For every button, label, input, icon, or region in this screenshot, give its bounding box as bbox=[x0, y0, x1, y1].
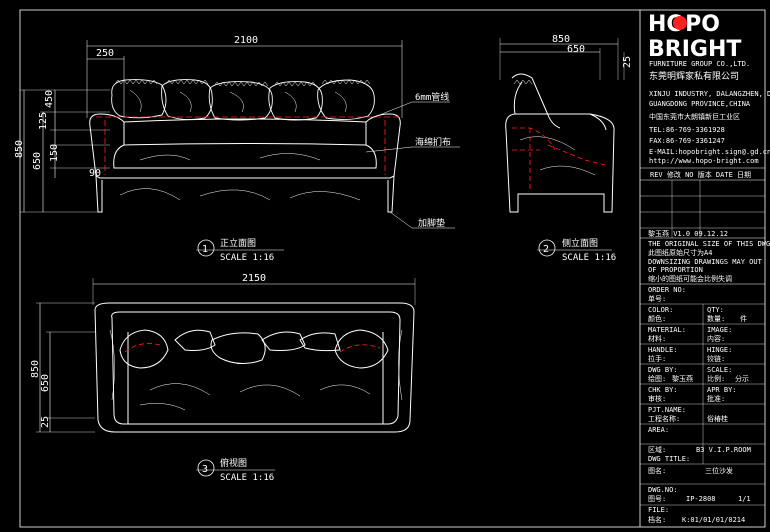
top-view-title: 俯视图 bbox=[220, 457, 247, 469]
logo-red-dot bbox=[673, 16, 687, 30]
top-view: 2150 850 650 25 3 俯视图 SCALE 1:16 bbox=[30, 273, 416, 483]
side-view-label: 2 侧立面图 SCALE 1:16 bbox=[537, 237, 616, 263]
image-label: IMAGE: bbox=[707, 326, 732, 334]
order-no-label-cn: 单号: bbox=[648, 294, 666, 303]
address-en-line2: GUANGDONG PROVINCE,CHINA bbox=[649, 100, 751, 108]
dim-top-650: 650 bbox=[40, 374, 51, 392]
color-label: COLOR: bbox=[648, 306, 673, 314]
front-view-scale: SCALE 1:16 bbox=[220, 253, 274, 263]
revision-header: REV 修改 NO 版本 DATE 日期 bbox=[650, 170, 751, 179]
top-view-label: 3 俯视图 SCALE 1:16 bbox=[196, 457, 275, 483]
company-fax: FAX:86-769-3361247 bbox=[649, 137, 725, 145]
scale-label: SCALE: bbox=[707, 366, 732, 374]
image-label-cn: 内容: bbox=[707, 334, 725, 343]
hinge-label-cn: 铰链: bbox=[707, 354, 725, 363]
area-label-cn: 区域: bbox=[648, 445, 666, 454]
company-website: http://www.hopo-bright.com bbox=[649, 157, 759, 165]
area-value: B3 V.I.P.ROOM bbox=[696, 446, 751, 454]
project-label: PJT.NAME: bbox=[648, 406, 686, 414]
dim-top-width: 2150 bbox=[242, 273, 266, 284]
dim-side-650: 650 bbox=[567, 44, 585, 55]
company-tel: TEL:86-769-3361928 bbox=[649, 126, 725, 134]
scale-value: 分示 bbox=[735, 374, 749, 383]
project-label-cn: 工程名称: bbox=[648, 414, 680, 423]
drawn-by-value: 黎玉燕 bbox=[672, 374, 693, 383]
handle-label-cn: 拉手: bbox=[648, 354, 666, 363]
drawing-title-label: DWG TITLE: bbox=[648, 455, 690, 463]
address-en-line1: XINJU INDUSTRY, DALANGZHEN, DONGGUAN bbox=[649, 90, 770, 98]
front-view-label: 1 正立面图 SCALE 1:16 bbox=[196, 237, 284, 263]
brand-logo: HOPO BRIGHT bbox=[648, 12, 741, 62]
revision-row: 黎玉燕 V1.0 09.12.12 bbox=[648, 229, 728, 238]
note-proportion: OF PROPORTION bbox=[648, 266, 703, 274]
file-label-cn: 档名: bbox=[648, 515, 666, 524]
approved-by-label: APR BY: bbox=[707, 386, 737, 394]
company-email: E-MAIL:hopobright.sign@.gd.cn bbox=[649, 148, 770, 156]
dim-front-150: 150 bbox=[49, 144, 60, 162]
qty-label: QTY: bbox=[707, 306, 724, 314]
qty-label-cn: 数量: bbox=[707, 314, 725, 323]
approved-by-label-cn: 批准: bbox=[707, 394, 725, 403]
qty-unit: 件 bbox=[740, 314, 747, 323]
file-label: FILE: bbox=[648, 506, 669, 514]
drawing-no-label-cn: 图号: bbox=[648, 495, 666, 503]
side-elevation: 850 650 25 2 侧立面图 SCALE 1:16 bbox=[499, 34, 633, 263]
material-label: MATERIAL: bbox=[648, 326, 686, 334]
checked-by-label-cn: 审核: bbox=[648, 394, 666, 403]
color-label-cn: 颜色: bbox=[648, 314, 666, 323]
note-downsizing: DOWNSIZING DRAWINGS MAY OUT bbox=[648, 258, 763, 266]
project-value: 俗椿桂 bbox=[707, 414, 728, 423]
callout-piping: 6mm管线 bbox=[415, 91, 449, 103]
dim-front-seat: 650 bbox=[32, 152, 43, 170]
title-block: HOPO BRIGHT FURNITURE GROUP CO.,LTD. 东莞明… bbox=[640, 12, 770, 524]
callout-leg: 加脚垫 bbox=[418, 217, 445, 229]
scale-label-cn: 比例: bbox=[707, 374, 725, 383]
checked-by-label: CHK BY: bbox=[648, 386, 678, 394]
note-original-size-cn: 此图纸原始尺寸为A4 bbox=[648, 248, 712, 257]
order-no-label: ORDER NO: bbox=[648, 286, 686, 294]
material-label-cn: 材料: bbox=[648, 334, 666, 343]
company-name-cn: 东莞明辉家私有限公司 bbox=[649, 70, 739, 82]
drawn-by-label: DWG BY: bbox=[648, 366, 678, 374]
dim-front-width: 2100 bbox=[234, 35, 258, 46]
side-view-number: 2 bbox=[543, 244, 549, 255]
drawing-no-label: DWG.NO: bbox=[648, 486, 678, 494]
dim-front-arm: 250 bbox=[96, 48, 114, 59]
file-value: K:01/01/01/0214 bbox=[682, 516, 745, 524]
top-view-number: 3 bbox=[202, 464, 208, 475]
sheet-number: 1/1 bbox=[738, 495, 751, 503]
dim-top-25: 25 bbox=[40, 416, 51, 428]
top-view-scale: SCALE 1:16 bbox=[220, 473, 274, 483]
front-view-title: 正立面图 bbox=[220, 237, 256, 249]
note-downsizing-cn: 缩小的图纸可能会比例失调 bbox=[648, 274, 732, 283]
dim-front-height: 850 bbox=[14, 140, 25, 158]
logo-bright: BRIGHT bbox=[648, 37, 741, 62]
drawn-by-label-cn: 绘图: bbox=[648, 374, 666, 383]
callout-cushion: 海绵扪布 bbox=[415, 136, 451, 148]
note-original-size: THE ORIGINAL SIZE OF THIS DWG IS A4 bbox=[648, 240, 770, 248]
dim-front-450: 450 bbox=[44, 90, 55, 108]
front-elevation: 2100 250 850 650 450 125 150 90 6mm管线 海绵… bbox=[14, 35, 460, 263]
cad-drawing: 2100 250 850 650 450 125 150 90 6mm管线 海绵… bbox=[14, 9, 770, 528]
side-view-scale: SCALE 1:16 bbox=[562, 253, 616, 263]
drawing-no-value: IP-2808 bbox=[686, 495, 716, 503]
dim-side-25: 25 bbox=[622, 56, 633, 68]
address-cn: 中国东莞市大朗镇新巨工业区 bbox=[649, 112, 740, 121]
side-view-title: 侧立面图 bbox=[562, 237, 598, 249]
dim-front-125: 125 bbox=[38, 112, 49, 130]
area-label: AREA: bbox=[648, 426, 669, 434]
drawing-title-label-cn: 图名: bbox=[648, 466, 666, 475]
hinge-label: HINGE: bbox=[707, 346, 732, 354]
front-view-number: 1 bbox=[202, 244, 208, 255]
handle-label: HANDLE: bbox=[648, 346, 678, 354]
brand-group: FURNITURE GROUP CO.,LTD. bbox=[649, 60, 750, 68]
drawing-title-value: 三位沙发 bbox=[705, 466, 733, 475]
